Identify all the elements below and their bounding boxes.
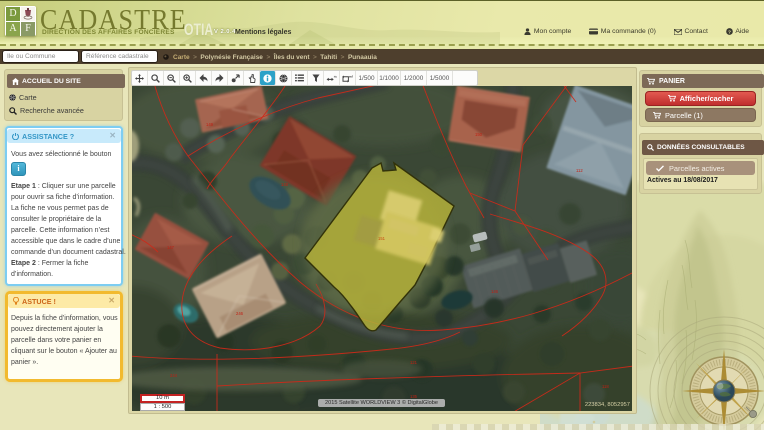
svg-text:146: 146 xyxy=(491,289,499,294)
svg-text:150: 150 xyxy=(475,132,483,137)
svg-text:?: ? xyxy=(728,30,731,35)
svg-text:151: 151 xyxy=(378,236,386,241)
svg-text:118: 118 xyxy=(602,384,609,389)
svg-text:112: 112 xyxy=(576,168,583,173)
svg-text:121: 121 xyxy=(410,360,418,365)
svg-text:148: 148 xyxy=(281,182,289,187)
svg-text:149: 149 xyxy=(206,122,214,127)
svg-text:246: 246 xyxy=(236,311,244,316)
svg-text:147: 147 xyxy=(167,245,175,250)
svg-text:244: 244 xyxy=(170,373,178,378)
